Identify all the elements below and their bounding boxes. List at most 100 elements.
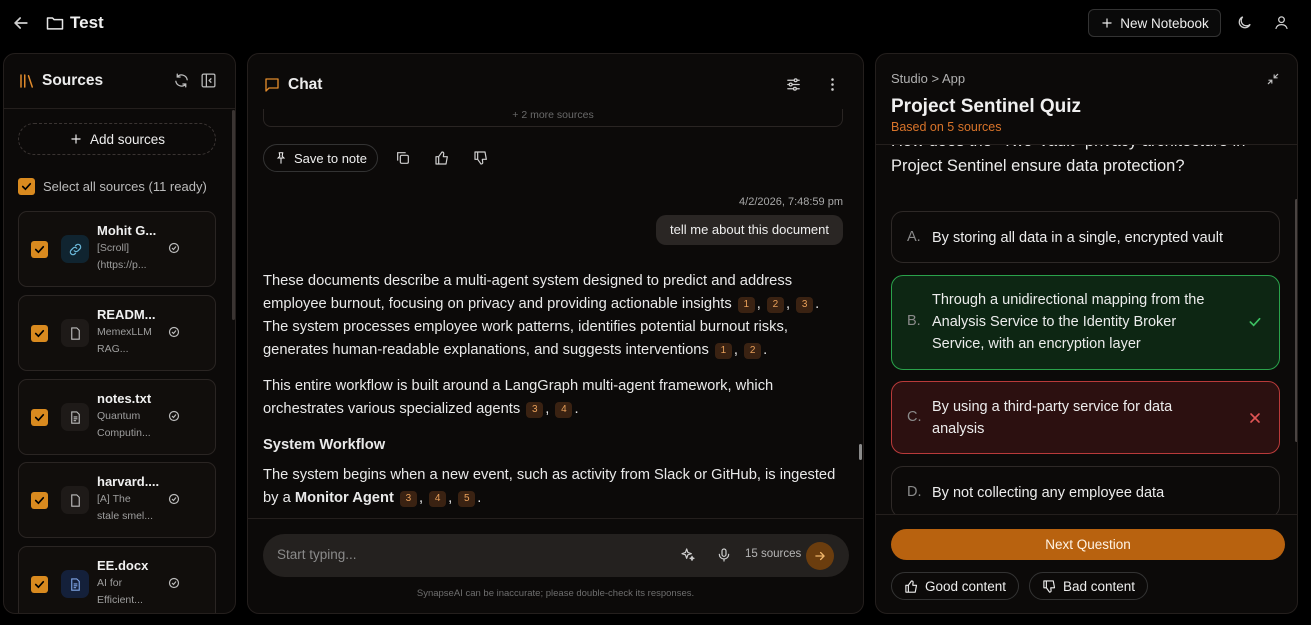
citation-badge[interactable]: 4 <box>429 491 447 507</box>
sources-scrollbar[interactable] <box>232 110 235 320</box>
checkbox-checked-icon[interactable] <box>31 492 48 509</box>
quiz-option-d[interactable]: D. By not collecting any employee data <box>891 466 1280 514</box>
add-sources-label: Add sources <box>89 131 166 147</box>
citation-badge[interactable]: 2 <box>766 297 784 313</box>
plus-icon <box>69 132 83 146</box>
source-desc: stale smel... <box>97 510 154 522</box>
bad-content-label: Bad content <box>1063 578 1136 594</box>
quiz-scroll-area: How does the "Two-Vault" privacy archite… <box>876 144 1297 514</box>
checkbox-checked-icon[interactable] <box>31 576 48 593</box>
bad-content-button[interactable]: Bad content <box>1029 572 1149 600</box>
docx-icon <box>61 570 89 598</box>
good-content-button[interactable]: Good content <box>891 572 1020 600</box>
answer-text: These documents describe a multi-agent s… <box>263 273 793 312</box>
citation-badge[interactable]: 2 <box>744 343 762 359</box>
quiz-scrollbar[interactable] <box>1295 199 1297 442</box>
source-name: EE.docx <box>97 558 149 573</box>
option-letter: A. <box>907 229 921 245</box>
good-content-label: Good content <box>925 578 1007 594</box>
option-text: By storing all data in a single, encrypt… <box>932 230 1223 246</box>
thumbs-down-icon[interactable] <box>473 150 489 166</box>
chat-scrollbar[interactable] <box>859 444 862 460</box>
ready-check-icon <box>168 410 180 422</box>
citation-badge[interactable]: 4 <box>555 402 573 418</box>
sources-title: Sources <box>42 72 104 89</box>
thumbs-up-icon[interactable] <box>434 150 450 166</box>
checkbox-checked-icon[interactable] <box>31 409 48 426</box>
collapse-panel-icon[interactable] <box>200 72 217 89</box>
check-icon <box>1247 314 1263 330</box>
checkbox-checked-icon[interactable] <box>31 241 48 258</box>
minimize-icon[interactable] <box>1266 72 1280 86</box>
source-card[interactable]: harvard.... [A] The stale smel... <box>18 462 216 538</box>
answer-heading: System Workflow <box>263 437 386 453</box>
ready-check-icon <box>168 242 180 254</box>
citation-badge[interactable]: 1 <box>737 297 755 313</box>
chat-title: Chat <box>288 76 323 93</box>
file-icon <box>61 486 89 514</box>
option-text: By not collecting any employee data <box>932 485 1165 501</box>
source-card[interactable]: Mohit G... [Scroll] (https://p... <box>18 211 216 287</box>
quiz-source-count: Based on 5 sources <box>891 120 1002 134</box>
citation-badge[interactable]: 3 <box>796 297 814 313</box>
option-text: Through a unidirectional mapping from th… <box>932 292 1205 352</box>
new-notebook-button[interactable]: New Notebook <box>1088 9 1221 37</box>
option-letter: D. <box>907 484 922 500</box>
source-desc: Computin... <box>97 427 151 439</box>
pin-icon <box>274 151 288 165</box>
source-card[interactable]: notes.txt Quantum Computin... <box>18 379 216 455</box>
save-to-note-label: Save to note <box>294 150 367 166</box>
library-icon <box>18 72 36 90</box>
send-button[interactable] <box>806 542 834 570</box>
next-question-button[interactable]: Next Question <box>891 529 1285 560</box>
citation-badge[interactable]: 5 <box>458 491 476 507</box>
thumbs-down-icon <box>1042 579 1057 594</box>
select-all-row[interactable]: Select all sources (11 ready) <box>18 178 207 195</box>
more-vertical-icon[interactable] <box>824 76 841 93</box>
quiz-option-c[interactable]: C. By using a third-party service for da… <box>891 381 1280 454</box>
top-bar: Test New Notebook <box>0 0 1311 46</box>
more-sources-link[interactable]: + 2 more sources <box>263 109 843 127</box>
breadcrumb[interactable]: Studio > App <box>891 71 965 86</box>
save-to-note-button[interactable]: Save to note <box>263 144 378 172</box>
sparkles-icon[interactable] <box>680 547 696 563</box>
message-timestamp: 4/2/2026, 7:48:59 pm <box>739 196 843 208</box>
add-sources-button[interactable]: Add sources <box>18 123 216 155</box>
checkbox-checked-icon[interactable] <box>31 325 48 342</box>
chat-input[interactable]: Start typing... <box>277 547 357 562</box>
copy-icon[interactable] <box>395 150 411 166</box>
source-name: Mohit G... <box>97 223 157 238</box>
source-card[interactable]: READM... MemexLLM RAG... <box>18 295 216 371</box>
sliders-icon[interactable] <box>785 76 802 93</box>
sources-header: Sources <box>4 54 235 109</box>
option-letter: C. <box>907 409 922 425</box>
arrow-left-icon[interactable] <box>11 13 31 33</box>
ready-check-icon <box>168 577 180 589</box>
source-desc: [A] The <box>97 493 131 505</box>
source-card[interactable]: EE.docx AI for Efficient... <box>18 546 216 613</box>
chat-composer[interactable]: Start typing... 15 sources <box>263 534 849 577</box>
user-icon[interactable] <box>1273 14 1291 32</box>
source-count: 15 sources <box>745 548 802 560</box>
ready-check-icon <box>168 326 180 338</box>
source-name: notes.txt <box>97 391 152 406</box>
microphone-icon[interactable] <box>716 547 732 563</box>
refresh-icon[interactable] <box>173 72 190 89</box>
citation-badge[interactable]: 3 <box>399 491 417 507</box>
moon-icon[interactable] <box>1236 14 1254 32</box>
source-desc: (https://p... <box>97 259 147 271</box>
quiz-option-b[interactable]: B. Through a unidirectional mapping from… <box>891 275 1280 370</box>
chat-panel: Chat + 2 more sources Save to note 4/2/2… <box>247 53 864 614</box>
quiz-option-a[interactable]: A. By storing all data in a single, encr… <box>891 211 1280 263</box>
thumbs-up-icon <box>904 579 919 594</box>
source-name: READM... <box>97 307 156 322</box>
assistant-answer: These documents describe a multi-agent s… <box>263 270 848 523</box>
file-text-icon <box>61 403 89 431</box>
plus-icon <box>1100 16 1114 30</box>
source-name: harvard.... <box>97 474 160 489</box>
answer-paragraph: The system begins when a new event, such… <box>263 467 836 507</box>
chat-header: Chat <box>248 54 863 114</box>
citation-badge[interactable]: 1 <box>714 343 732 359</box>
checkbox-checked-icon[interactable] <box>18 178 35 195</box>
citation-badge[interactable]: 3 <box>526 402 544 418</box>
